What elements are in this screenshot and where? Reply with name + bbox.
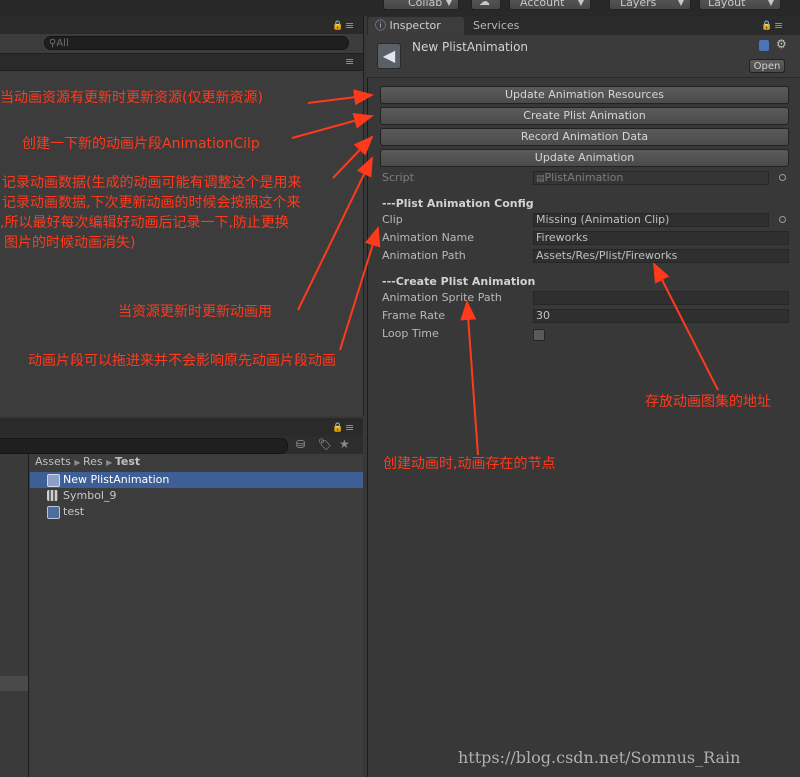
annotation-record-line1: 记录动画数据(生成的动画可能有调整这个是用来 xyxy=(2,175,302,191)
annotation-record-line3: ,所以最好每次编辑好动画后记录一下,防止更换 xyxy=(0,215,289,231)
arrow xyxy=(460,300,479,456)
annotation-drag-clip: 动画片段可以拖进来并不会影响原先动画片段动画 xyxy=(28,353,336,369)
annotation-sprite-node: 创建动画时,动画存在的节点 xyxy=(383,456,556,472)
annotation-arrows xyxy=(291,89,719,456)
annotation-update-animation: 当资源更新时更新动画用 xyxy=(118,304,272,320)
arrow xyxy=(291,113,374,139)
arrow xyxy=(339,226,381,351)
annotation-record-line4: 图片的时候动画消失) xyxy=(4,235,136,251)
annotation-atlas-path: 存放动画图集的地址 xyxy=(645,394,771,410)
annotation-record-line2: 记录动画数据,下次更新动画的时候会按照这个来 xyxy=(2,195,301,211)
annotation-update-resources: 当动画资源有更新时更新资源(仅更新资源) xyxy=(0,90,263,106)
annotation-create-clip: 创建一下新的动画片段AnimationCilp xyxy=(22,136,260,152)
arrow xyxy=(307,89,374,106)
arrow xyxy=(653,262,719,391)
watermark: https://blog.csdn.net/Somnus_Rain xyxy=(458,748,741,767)
arrow xyxy=(297,156,373,311)
